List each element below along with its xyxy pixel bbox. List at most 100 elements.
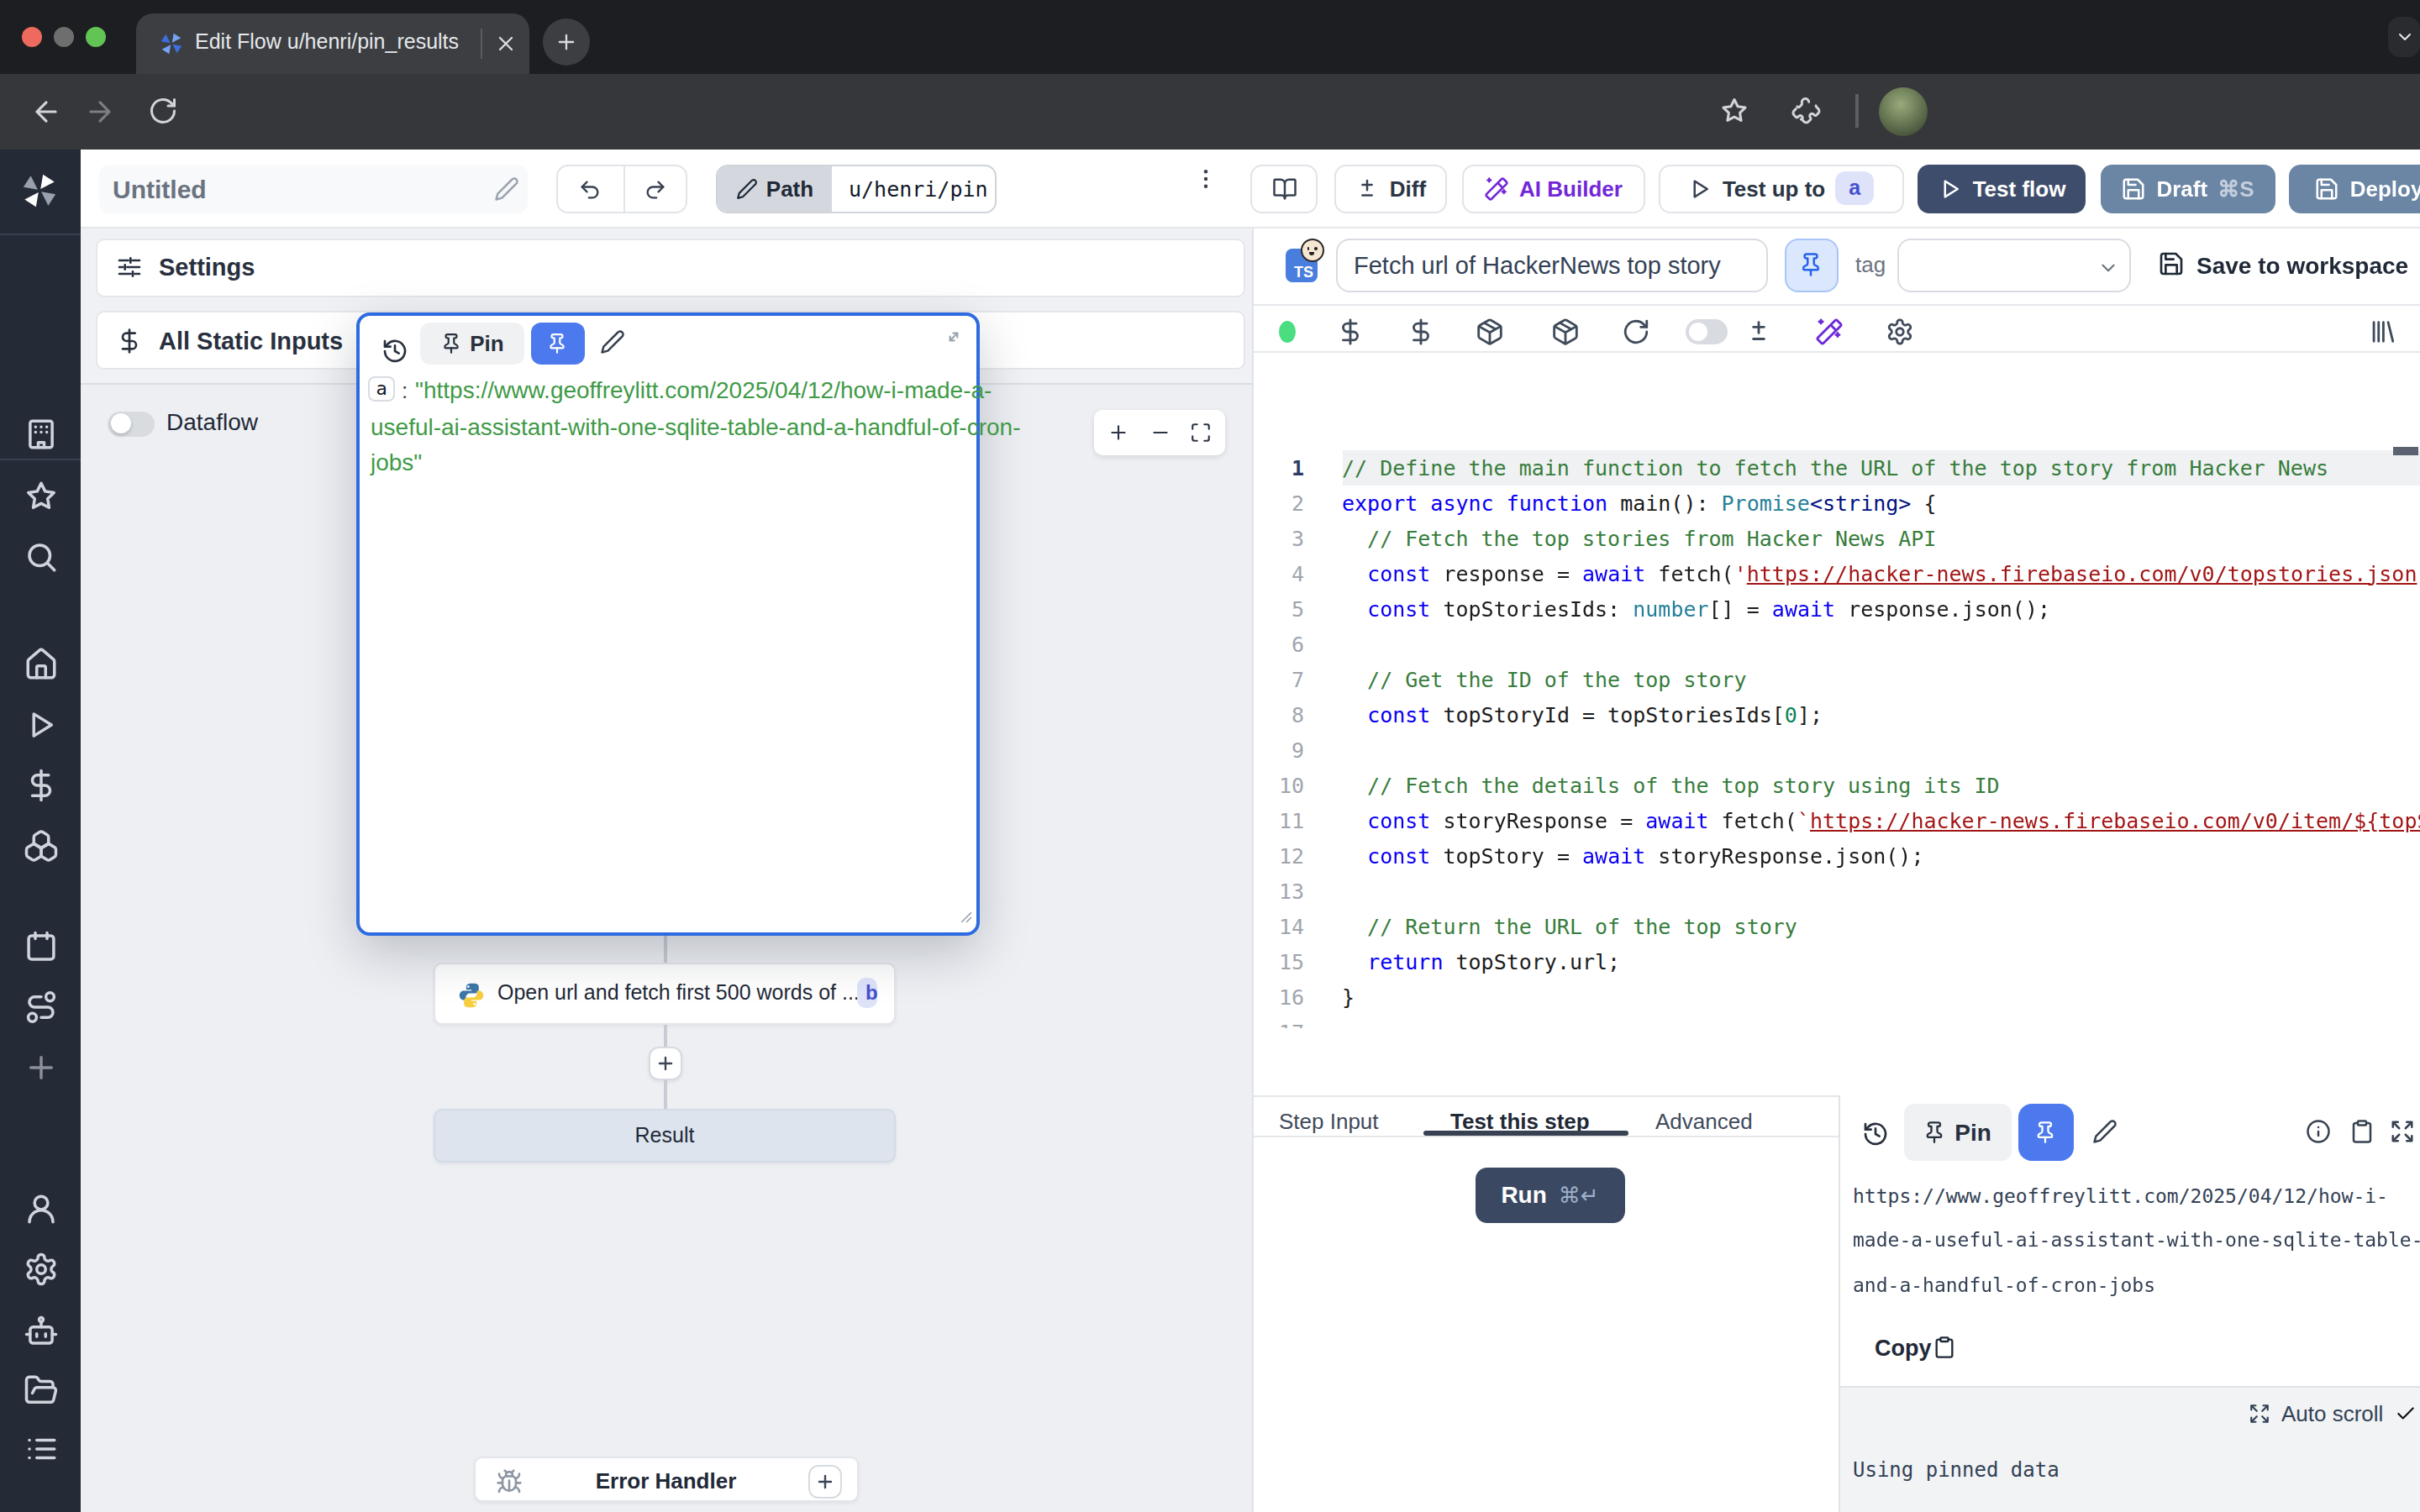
sidebar-item-user[interactable]	[23, 1191, 58, 1226]
dollar-icon[interactable]	[1406, 318, 1434, 346]
more-options-icon[interactable]	[1192, 166, 1218, 192]
expand-icon[interactable]	[942, 325, 964, 347]
reload-icon[interactable]	[148, 96, 178, 126]
history-icon[interactable]	[1861, 1120, 1888, 1147]
clipboard-icon[interactable]	[2349, 1118, 2374, 1143]
code-line: // Get the ID of the top story	[1342, 661, 1747, 696]
gear-icon[interactable]	[1885, 318, 1913, 346]
back-icon[interactable]	[30, 96, 62, 128]
wand-icon[interactable]	[1814, 318, 1843, 346]
line-number: 12	[1254, 837, 1304, 873]
tab-close-icon[interactable]	[494, 32, 518, 55]
edit-pencil-icon[interactable]	[2091, 1118, 2117, 1143]
tab-search-button[interactable]	[2388, 17, 2420, 57]
undo-icon[interactable]	[578, 177, 602, 201]
sidebar-item-play[interactable]	[23, 706, 58, 742]
new-tab-button[interactable]	[543, 18, 590, 66]
save-to-workspace-button[interactable]: Save to workspace	[2196, 251, 2408, 278]
package-icon[interactable]	[1476, 318, 1504, 346]
expand-icon[interactable]	[2248, 1403, 2270, 1425]
undo-redo-group	[556, 164, 687, 213]
sidebar-item-dollar[interactable]	[23, 767, 58, 802]
sidebar-item-plus[interactable]	[23, 1049, 58, 1084]
browser-tab[interactable]: Edit Flow u/henri/pin_results	[136, 13, 529, 74]
toggle-knob	[110, 413, 130, 433]
run-button[interactable]: Run ⌘↵	[1475, 1167, 1625, 1223]
add-step-button[interactable]	[648, 1046, 681, 1079]
flow-edge	[664, 1024, 666, 1046]
docs-button[interactable]	[1250, 164, 1318, 213]
package-icon[interactable]	[1551, 318, 1580, 346]
traffic-light-minimize[interactable]	[54, 27, 74, 47]
dataflow-toggle[interactable]	[108, 411, 154, 436]
flow-node-result[interactable]: Result	[434, 1109, 896, 1163]
add-error-handler-button[interactable]	[808, 1464, 841, 1498]
tag-select[interactable]	[1897, 238, 2130, 292]
refresh-icon[interactable]	[1622, 318, 1650, 346]
tab-step-input[interactable]: Step Input	[1279, 1109, 1379, 1134]
path-button[interactable]: Path	[718, 165, 832, 211]
sidebar-item-list[interactable]	[23, 1431, 58, 1467]
pencil-icon	[736, 177, 758, 199]
profile-avatar[interactable]	[1879, 87, 1928, 136]
sidebar-item-calendar[interactable]	[23, 929, 58, 964]
ai-builder-button[interactable]: AI Builder	[1462, 164, 1644, 213]
flow-node-error-handler[interactable]: Error Handler	[473, 1457, 859, 1502]
flow-node-step[interactable]: Open url and fetch first 500 words of ..…	[434, 962, 896, 1024]
redo-icon[interactable]	[644, 177, 667, 201]
deploy-button[interactable]: Deploy	[2289, 164, 2420, 213]
editor-toggle[interactable]	[1686, 319, 1727, 344]
expand-icon[interactable]	[2389, 1118, 2414, 1143]
sidebar-item-route[interactable]	[23, 989, 58, 1024]
sidebar-item-cubes[interactable]	[23, 828, 58, 864]
windmill-logo[interactable]	[18, 170, 60, 212]
tab-advanced[interactable]: Advanced	[1655, 1109, 1753, 1134]
sliders-icon	[115, 255, 142, 281]
sidebar-item-building[interactable]	[23, 417, 58, 452]
extensions-icon[interactable]	[1791, 96, 1822, 126]
sidebar-item-home[interactable]	[23, 646, 58, 681]
bookmark-star-icon[interactable]	[1719, 96, 1749, 126]
settings-row[interactable]: Settings	[95, 239, 1244, 297]
traffic-light-zoom[interactable]	[86, 27, 106, 47]
book-icon	[1271, 176, 1297, 201]
code-line: const topStoriesIds: number[] = await re…	[1342, 591, 2050, 626]
resize-handle[interactable]	[956, 906, 973, 923]
pinned-value-line1: "https://www.geoffreylitt.com/2025/04/12…	[415, 376, 992, 403]
history-icon[interactable]	[381, 337, 408, 364]
zoom-out-icon[interactable]	[1149, 421, 1171, 443]
diff-icon[interactable]	[1744, 318, 1773, 346]
sidebar-item-star[interactable]	[23, 478, 58, 513]
flow-name-field[interactable]: Untitled	[99, 165, 528, 213]
diff-icon	[1355, 176, 1380, 201]
library-icon[interactable]	[2368, 318, 2396, 346]
line-number: 3	[1254, 520, 1304, 555]
pin-input-button[interactable]	[1785, 238, 1838, 292]
zoom-in-icon[interactable]	[1107, 421, 1128, 443]
edit-pencil-icon[interactable]	[494, 176, 519, 202]
copy-button[interactable]: Copy	[1875, 1335, 1932, 1360]
sidebar-item-gear[interactable]	[23, 1251, 58, 1286]
pinned-active-button[interactable]	[2018, 1103, 2073, 1160]
step-summary-input[interactable]: Fetch url of HackerNews top story	[1335, 238, 1768, 292]
test-up-to-button[interactable]: Test up to a	[1658, 164, 1903, 213]
traffic-light-close[interactable]	[22, 27, 42, 47]
dollar-icon[interactable]	[1335, 318, 1364, 346]
diff-button[interactable]: Diff	[1334, 164, 1447, 213]
editor-scrollbar[interactable]	[2392, 446, 2418, 454]
info-icon[interactable]	[2305, 1118, 2330, 1143]
pin-button[interactable]: Pin	[1903, 1103, 2011, 1160]
draft-button[interactable]: Draft⌘S	[2101, 164, 2275, 213]
sidebar-item-search[interactable]	[23, 538, 58, 574]
sidebar-item-folder[interactable]	[23, 1372, 58, 1407]
forward-icon[interactable]	[84, 96, 116, 128]
line-number: 6	[1254, 626, 1304, 661]
pin-button[interactable]: Pin	[420, 322, 523, 364]
pinned-data-popup: Pin a : "https://www.geoffreylitt.com/20…	[356, 312, 980, 936]
fit-view-icon[interactable]	[1189, 421, 1211, 443]
pinned-active-button[interactable]	[530, 322, 584, 364]
code-editor[interactable]: 1234567891011121314151617 // Define the …	[1254, 449, 2420, 1027]
test-flow-button[interactable]: Test flow	[1918, 164, 2086, 213]
sidebar-item-robot[interactable]	[23, 1313, 58, 1348]
edit-pencil-icon[interactable]	[599, 328, 624, 354]
